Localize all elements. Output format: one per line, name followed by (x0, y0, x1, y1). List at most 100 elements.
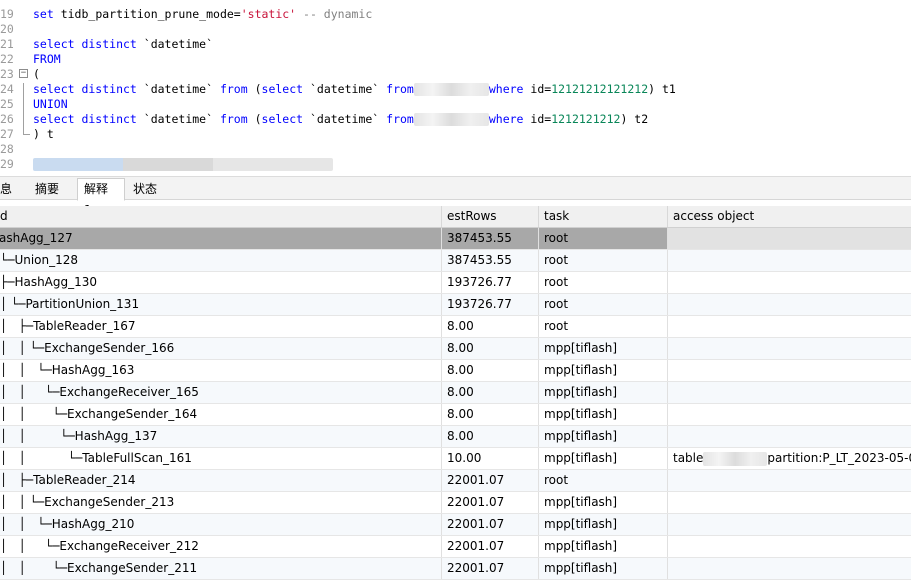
task-cell[interactable]: mpp[tiflash] (539, 404, 668, 425)
column-header-id[interactable]: d (0, 206, 442, 227)
access-object-cell[interactable] (668, 382, 911, 403)
task-cell[interactable]: mpp[tiflash] (539, 338, 668, 359)
access-object-cell[interactable] (668, 294, 911, 315)
plan-id-cell[interactable]: │ └─PartitionUnion_131 (0, 294, 442, 315)
editor-line[interactable]: 19 set tidb_partition_prune_mode='static'… (0, 7, 911, 22)
access-object-cell[interactable] (668, 250, 911, 271)
table-row[interactable]: │ ├─TableReader_214 22001.07 root (0, 470, 911, 492)
table-row[interactable]: │ │ └─ExchangeReceiver_212 22001.07 mpp[ti… (0, 536, 911, 558)
plan-id-cell[interactable]: │ │ └─ExchangeReceiver_212 (0, 536, 442, 557)
access-object-cell[interactable] (668, 470, 911, 491)
access-object-cell[interactable] (668, 338, 911, 359)
tab-status[interactable]: 状态 (127, 179, 169, 201)
task-cell[interactable]: mpp[tiflash] (539, 558, 668, 579)
est-rows-cell[interactable]: 193726.77 (442, 272, 539, 293)
access-object-cell[interactable] (668, 426, 911, 447)
access-object-cell[interactable] (668, 228, 911, 249)
est-rows-cell[interactable]: 22001.07 (442, 558, 539, 579)
fold-toggle-icon[interactable]: − (19, 69, 28, 78)
est-rows-cell[interactable]: 22001.07 (442, 470, 539, 491)
plan-id-cell[interactable]: │ │ └─TableFullScan_161 (0, 448, 442, 469)
editor-line[interactable]: 29 (0, 157, 911, 172)
plan-id-cell[interactable]: │ ├─TableReader_214 (0, 470, 442, 491)
table-row[interactable]: │ │ └─ExchangeSender_164 8.00 mpp[tiflash] (0, 404, 911, 426)
est-rows-cell[interactable]: 8.00 (442, 382, 539, 403)
table-row[interactable]: │ │ └─HashAgg_137 8.00 mpp[tiflash] (0, 426, 911, 448)
table-row[interactable]: │ │ └─HashAgg_210 22001.07 mpp[tiflash] (0, 514, 911, 536)
task-cell[interactable]: mpp[tiflash] (539, 448, 668, 469)
task-cell[interactable]: root (539, 294, 668, 315)
table-row[interactable]: └─Union_128 387453.55 root (0, 250, 911, 272)
task-cell[interactable]: mpp[tiflash] (539, 492, 668, 513)
table-row[interactable]: │ │ └─TableFullScan_161 10.00 mpp[tiflash]… (0, 448, 911, 470)
plan-id-cell[interactable]: └─Union_128 (0, 250, 442, 271)
plan-id-cell[interactable]: │ │ └─HashAgg_210 (0, 514, 442, 535)
editor-line[interactable]: 27) t (0, 127, 911, 142)
editor-line[interactable]: 21 select distinct `datetime` (0, 37, 911, 52)
task-cell[interactable]: mpp[tiflash] (539, 514, 668, 535)
task-cell[interactable]: mpp[tiflash] (539, 382, 668, 403)
est-rows-cell[interactable]: 387453.55 (442, 228, 539, 249)
table-row[interactable]: │ └─PartitionUnion_131 193726.77 root (0, 294, 911, 316)
tab-info[interactable]: 息 (0, 179, 20, 201)
editor-line[interactable]: 25 UNION (0, 97, 911, 112)
est-rows-cell[interactable]: 8.00 (442, 426, 539, 447)
est-rows-cell[interactable]: 387453.55 (442, 250, 539, 271)
est-rows-cell[interactable]: 22001.07 (442, 492, 539, 513)
column-header-access-object[interactable]: access object (668, 206, 911, 227)
table-row[interactable]: HashAgg_127 387453.55root (0, 228, 911, 250)
task-cell[interactable]: root (539, 250, 668, 271)
plan-id-cell[interactable]: │ │ └─ExchangeSender_213 (0, 492, 442, 513)
access-object-cell[interactable] (668, 272, 911, 293)
access-object-cell[interactable] (668, 514, 911, 535)
plan-id-cell[interactable]: HashAgg_127 (0, 228, 442, 249)
tab-summary[interactable]: 摘要 (29, 179, 69, 201)
access-object-cell[interactable] (668, 316, 911, 337)
table-row[interactable]: │ ├─TableReader_167 8.00 root (0, 316, 911, 338)
task-cell[interactable]: root (539, 316, 668, 337)
plan-id-cell[interactable]: │ │ └─HashAgg_137 (0, 426, 442, 447)
plan-id-cell[interactable]: │ ├─TableReader_167 (0, 316, 442, 337)
editor-line[interactable]: 22 FROM (0, 52, 911, 67)
tab-explain[interactable]: 解释 1 (77, 178, 125, 217)
est-rows-cell[interactable]: 8.00 (442, 360, 539, 381)
est-rows-cell[interactable]: 8.00 (442, 338, 539, 359)
editor-line[interactable]: 24 select distinct `datetime` from (selec… (0, 82, 911, 97)
access-object-cell[interactable]: table partition:P_LT_2023-05-01 (668, 448, 911, 469)
table-row[interactable]: │ │ └─ExchangeSender_166 8.00 mpp[tiflash] (0, 338, 911, 360)
access-object-cell[interactable] (668, 558, 911, 579)
est-rows-cell[interactable]: 8.00 (442, 404, 539, 425)
plan-id-cell[interactable]: │ │ └─ExchangeSender_164 (0, 404, 442, 425)
column-header-estrows[interactable]: estRows (442, 206, 539, 227)
access-object-cell[interactable] (668, 492, 911, 513)
column-header-task[interactable]: task (539, 206, 668, 227)
editor-line[interactable]: 20 (0, 22, 911, 37)
est-rows-cell[interactable]: 22001.07 (442, 536, 539, 557)
editor-line[interactable]: 28 (0, 142, 911, 157)
table-row[interactable]: │ │ └─ExchangeSender_213 22001.07 mpp[tifl… (0, 492, 911, 514)
task-cell[interactable]: root (539, 228, 668, 249)
access-object-cell[interactable] (668, 536, 911, 557)
plan-id-cell[interactable]: ├─HashAgg_130 (0, 272, 442, 293)
est-rows-cell[interactable]: 8.00 (442, 316, 539, 337)
est-rows-cell[interactable]: 193726.77 (442, 294, 539, 315)
est-rows-cell[interactable]: 22001.07 (442, 514, 539, 535)
editor-line[interactable]: 23−( (0, 67, 911, 82)
plan-id-cell[interactable]: │ │ └─ExchangeSender_211 (0, 558, 442, 579)
task-cell[interactable]: root (539, 470, 668, 491)
est-rows-cell[interactable]: 10.00 (442, 448, 539, 469)
sql-editor[interactable]: 19 set tidb_partition_prune_mode='static'… (0, 0, 911, 175)
table-row[interactable]: │ │ └─ExchangeReceiver_165 8.00 mpp[tiflas… (0, 382, 911, 404)
task-cell[interactable]: mpp[tiflash] (539, 360, 668, 381)
plan-id-cell[interactable]: │ │ └─ExchangeReceiver_165 (0, 382, 442, 403)
task-cell[interactable]: mpp[tiflash] (539, 426, 668, 447)
editor-line[interactable]: 26 select distinct `datetime` from (selec… (0, 112, 911, 127)
table-row[interactable]: │ │ └─HashAgg_163 8.00 mpp[tiflash] (0, 360, 911, 382)
plan-id-cell[interactable]: │ │ └─ExchangeSender_166 (0, 338, 442, 359)
table-row[interactable]: ├─HashAgg_130 193726.77 root (0, 272, 911, 294)
plan-id-cell[interactable]: │ │ └─HashAgg_163 (0, 360, 442, 381)
task-cell[interactable]: root (539, 272, 668, 293)
access-object-cell[interactable] (668, 404, 911, 425)
access-object-cell[interactable] (668, 360, 911, 381)
task-cell[interactable]: mpp[tiflash] (539, 536, 668, 557)
